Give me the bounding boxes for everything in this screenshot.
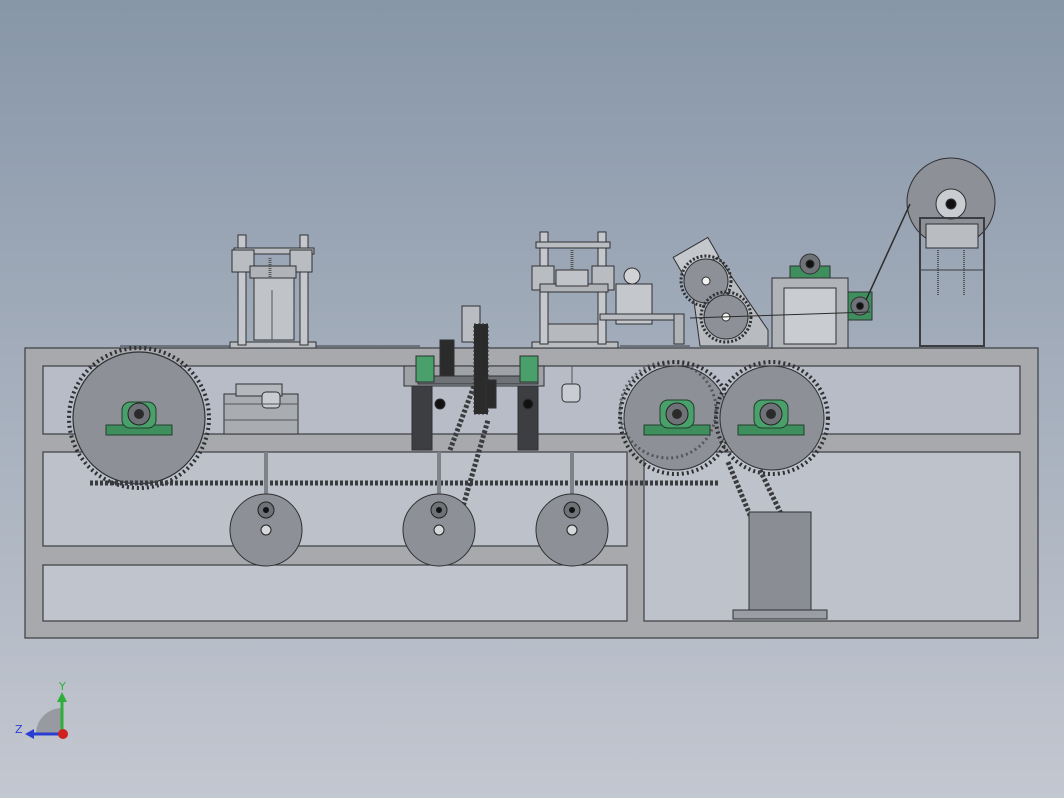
z-axis-arrowhead-icon xyxy=(25,729,34,739)
cutter-roller-assembly xyxy=(672,236,769,347)
y-axis-arrowhead-icon xyxy=(57,692,67,702)
triad-arc xyxy=(36,708,62,734)
frame-opening-right xyxy=(643,451,1021,622)
guide-stand xyxy=(771,253,873,349)
z-axis-label: Z xyxy=(15,723,23,736)
orientation-triad[interactable]: Y Z xyxy=(15,680,68,739)
cad-viewport[interactable]: Y Z xyxy=(0,0,1064,798)
x-axis-dot-icon xyxy=(58,729,68,739)
frame-opening-lower-left xyxy=(42,564,628,622)
y-axis-label: Y xyxy=(58,680,66,693)
